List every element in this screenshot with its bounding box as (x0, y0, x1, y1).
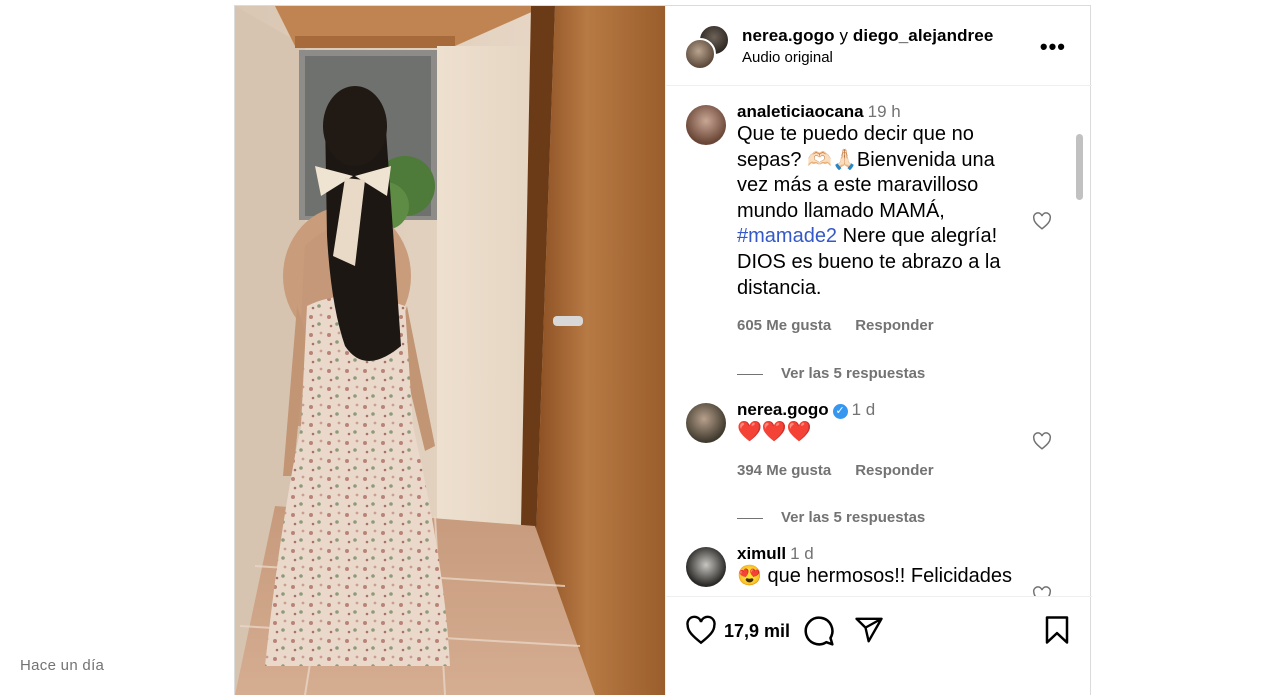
comment-body: analeticiaocana 19 h Que te puedo decir q… (737, 102, 1027, 334)
view-replies-label: Ver las 5 respuestas (781, 509, 926, 526)
comment-body: nerea.gogo ✓ 1 d ❤️❤️❤️ 394 Me gusta Respon… (737, 400, 1027, 479)
comment-text-part: Que te puedo decir que no sepas? 🫶🏻🙏🏻Bie… (737, 123, 995, 222)
comment-username[interactable]: analeticiaocana (737, 102, 864, 121)
scrollbar-thumb[interactable] (1076, 134, 1083, 200)
comment-text: 😍 que hermosos!! Felicidades (737, 565, 1013, 587)
verified-badge-icon: ✓ (832, 404, 848, 419)
comment-body: ximull 1 d 😍 que hermosos!! Felicidades (737, 544, 1027, 590)
comment-text: ❤️❤️❤️ (737, 421, 812, 443)
heart-icon[interactable] (1032, 586, 1052, 596)
post-header: nerea.gogo y diego_alejandree Audio orig… (666, 6, 1092, 86)
comments-scrollbar[interactable] (1072, 86, 1086, 596)
avatar[interactable] (684, 38, 716, 70)
author-joiner: y (839, 26, 849, 45)
author-username[interactable]: nerea.gogo (742, 26, 835, 45)
comment-username[interactable]: nerea.gogo (737, 400, 829, 419)
heart-icon[interactable] (1032, 432, 1052, 450)
view-replies-label: Ver las 5 respuestas (781, 365, 926, 382)
view-replies-button[interactable]: Ver las 5 respuestas (737, 365, 925, 382)
heart-icon[interactable] (685, 615, 717, 645)
view-replies-button[interactable]: Ver las 5 respuestas (737, 509, 925, 526)
avatar[interactable] (686, 105, 726, 145)
avatar[interactable] (686, 403, 726, 443)
audio-label[interactable]: Audio original (742, 49, 833, 66)
comments-list[interactable]: analeticiaocana 19 h Que te puedo decir q… (666, 86, 1092, 596)
comment-username[interactable]: ximull (737, 544, 786, 563)
post-video[interactable] (235, 6, 665, 695)
share-icon[interactable] (854, 615, 884, 645)
avatar-group[interactable] (684, 24, 730, 70)
coauthor-username[interactable]: diego_alejandree (853, 26, 994, 45)
likes-count[interactable]: 17,9 mil (724, 621, 790, 642)
comment-meta: 605 Me gusta Responder (737, 317, 1027, 334)
post-authors: nerea.gogo y diego_alejandree (742, 26, 993, 46)
comment-text: Que te puedo decir que no sepas? 🫶🏻🙏🏻Bie… (737, 122, 1027, 301)
comment-likes[interactable]: 605 Me gusta (737, 317, 831, 334)
post-actions: 17,9 mil (666, 596, 1092, 697)
comment-time[interactable]: 19 h (868, 102, 901, 121)
video-frame-illustration (235, 6, 665, 695)
comment-time[interactable]: 1 d (852, 400, 876, 419)
comment-icon[interactable] (803, 615, 835, 647)
comment-meta: 394 Me gusta Responder (737, 462, 1027, 479)
reply-button[interactable]: Responder (855, 317, 933, 334)
comment-likes[interactable]: 394 Me gusta (737, 462, 831, 479)
more-horizontal-icon[interactable]: ••• (1040, 34, 1066, 60)
post-card: nerea.gogo y diego_alejandree Audio orig… (234, 5, 1092, 695)
reply-button[interactable]: Responder (855, 462, 933, 479)
heart-icon[interactable] (1032, 212, 1052, 230)
replies-divider (737, 373, 763, 375)
bookmark-icon[interactable] (1044, 615, 1070, 645)
post-timestamp[interactable]: Hace un día (20, 657, 104, 674)
hashtag-link[interactable]: #mamade2 (737, 225, 837, 247)
comment-time[interactable]: 1 d (790, 544, 814, 563)
replies-divider (737, 517, 763, 519)
post-sidebar: nerea.gogo y diego_alejandree Audio orig… (665, 6, 1092, 695)
avatar[interactable] (686, 547, 726, 587)
